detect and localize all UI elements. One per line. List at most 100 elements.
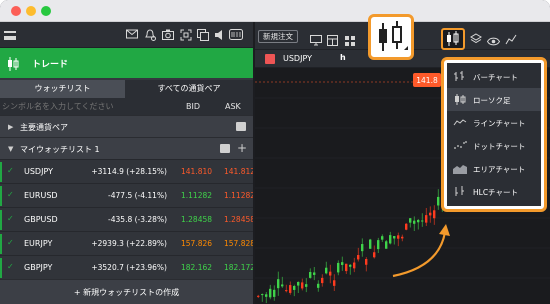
hamburger-menu-icon[interactable] xyxy=(4,31,16,40)
group-major-pairs[interactable]: ▶ 主要通貨ペア xyxy=(0,115,253,137)
row-change: +3114.9 (+28.15%) xyxy=(91,167,167,176)
candle-body xyxy=(409,218,412,223)
row-bid[interactable]: 1.11282 xyxy=(181,191,212,200)
trade-section-header[interactable]: トレード xyxy=(0,48,253,78)
watchlist-row[interactable]: ✓ EURJPY +2939.3 (+22.89%) 157.826 157.8… xyxy=(0,231,255,255)
camera-icon[interactable] xyxy=(162,29,174,41)
candle-body xyxy=(425,215,428,223)
menu-item-label: ラインチャート xyxy=(473,119,526,128)
candle-body xyxy=(341,262,344,265)
menu-item-label: ドットチャート xyxy=(473,142,526,151)
candle-body xyxy=(385,241,388,249)
candle-body xyxy=(297,281,300,286)
row-change: +3520.7 (+23.96%) xyxy=(91,263,167,272)
candle-body xyxy=(417,219,420,223)
row-bid[interactable]: 1.28458 xyxy=(181,215,212,224)
row-indicator xyxy=(0,258,2,278)
row-symbol: GBPJPY xyxy=(24,263,53,272)
new-watchlist-button[interactable]: + 新規ウォッチリストの作成 xyxy=(0,279,253,304)
candle-body xyxy=(353,262,356,269)
row-indicator xyxy=(0,186,2,206)
menu-item-label: ローソク足 xyxy=(473,96,511,105)
candle-body xyxy=(393,236,396,239)
group-my-watchlist[interactable]: ▼ マイウォッチリスト 1 + xyxy=(0,137,253,159)
line-chart-icon xyxy=(453,119,467,126)
row-change: +2939.3 (+22.89%) xyxy=(91,239,167,248)
menu-item-hlc-chart[interactable]: HLCチャート xyxy=(447,180,541,203)
row-ask[interactable]: 1.11282 xyxy=(224,191,255,200)
sound-icon[interactable] xyxy=(214,29,226,41)
row-indicator xyxy=(0,162,2,182)
candle-body xyxy=(317,283,320,288)
left-toolbar xyxy=(0,22,253,48)
menu-item-area-chart[interactable]: エリアチャート xyxy=(447,157,541,180)
chevron-right-icon: ▶ xyxy=(8,123,14,131)
row-symbol: EURUSD xyxy=(24,191,58,200)
candle-body xyxy=(269,288,272,298)
callout-arrow-line xyxy=(392,231,447,278)
chart-type-menu: バーチャート ローソク足 ラインチャート ドットチャート エリアチャート HLC… xyxy=(441,57,547,212)
monitor-icon[interactable] xyxy=(310,31,322,50)
candle-body xyxy=(313,272,316,275)
group-menu-icon[interactable] xyxy=(236,122,246,131)
row-ask[interactable]: 1.28458 xyxy=(224,215,255,224)
candle-body xyxy=(377,240,380,250)
watchlist-row[interactable]: ✓ USDJPY +3114.9 (+28.15%) 141.810 141.8… xyxy=(0,159,255,183)
row-bid[interactable]: 141.810 xyxy=(181,167,212,176)
ask-column-header: ASK xyxy=(225,102,241,111)
watchlist-row[interactable]: ✓ EURUSD -477.5 (-4.11%) 1.11282 1.11282 xyxy=(0,183,255,207)
layers-icon[interactable] xyxy=(470,30,482,49)
close-window-button[interactable] xyxy=(11,6,21,16)
minimize-window-button[interactable] xyxy=(26,6,36,16)
trade-label: トレード xyxy=(32,60,69,70)
mobile-icon[interactable] xyxy=(229,29,243,41)
candle-body xyxy=(325,267,328,274)
copy-icon[interactable] xyxy=(197,29,209,41)
zoom-window-button[interactable] xyxy=(41,6,51,16)
layout-icon[interactable] xyxy=(327,31,338,50)
row-ask[interactable]: 157.828 xyxy=(224,239,255,248)
tab-all-currency-pairs[interactable]: すべての通貨ペア xyxy=(125,80,253,98)
menu-item-dot-chart[interactable]: ドットチャート xyxy=(447,134,541,157)
candle-body xyxy=(321,277,324,284)
symbol-search-input[interactable] xyxy=(2,99,162,114)
menu-item-line-chart[interactable]: ラインチャート xyxy=(447,111,541,134)
chart-timeframe[interactable]: h xyxy=(340,53,346,62)
alert-icon[interactable] xyxy=(144,29,156,41)
watchlist-row[interactable]: ✓ GBPUSD -435.8 (-3.28%) 1.28458 1.28458 xyxy=(0,207,255,231)
candle-body xyxy=(369,239,372,249)
chart-symbol[interactable]: USDJPY xyxy=(283,54,312,63)
watchlist-tabs: ウォッチリスト すべての通貨ペア xyxy=(0,80,253,98)
candle-body xyxy=(429,212,432,216)
add-symbol-icon[interactable]: + xyxy=(237,141,247,155)
candle-body xyxy=(309,272,312,278)
row-bid[interactable]: 182.162 xyxy=(181,263,212,272)
mail-icon[interactable] xyxy=(126,29,138,41)
candlestick-icon xyxy=(379,21,408,51)
candlestick-icon xyxy=(455,94,466,105)
chart-type-button[interactable] xyxy=(441,28,465,50)
candle-body xyxy=(401,236,404,239)
menu-item-bar-chart[interactable]: バーチャート xyxy=(447,65,541,88)
row-bid[interactable]: 157.826 xyxy=(181,239,212,248)
indicators-icon[interactable] xyxy=(505,30,517,49)
menu-item-candlestick[interactable]: ローソク足 xyxy=(447,88,541,111)
row-indicator xyxy=(0,210,2,230)
eye-icon[interactable] xyxy=(486,31,501,50)
chart-type-zoom-callout xyxy=(368,14,414,60)
row-symbol: USDJPY xyxy=(24,167,53,176)
grid-icon[interactable] xyxy=(345,31,355,50)
candle-body xyxy=(337,262,340,273)
candle-body xyxy=(357,255,360,260)
row-symbol: GBPUSD xyxy=(24,215,58,224)
group-label: マイウォッチリスト 1 xyxy=(20,145,100,154)
dot-chart-icon xyxy=(454,141,467,149)
group-menu-icon[interactable] xyxy=(220,144,230,153)
tab-watchlist[interactable]: ウォッチリスト xyxy=(0,80,125,98)
new-order-button[interactable]: 新規注文 xyxy=(258,30,298,43)
watchlist-row[interactable]: ✓ GBPJPY +3520.7 (+23.96%) 182.162 182.1… xyxy=(0,255,255,279)
row-ask[interactable]: 141.812 xyxy=(224,167,255,176)
expand-icon[interactable] xyxy=(180,29,192,41)
row-ask[interactable]: 182.172 xyxy=(224,263,255,272)
candle-body xyxy=(365,259,368,265)
